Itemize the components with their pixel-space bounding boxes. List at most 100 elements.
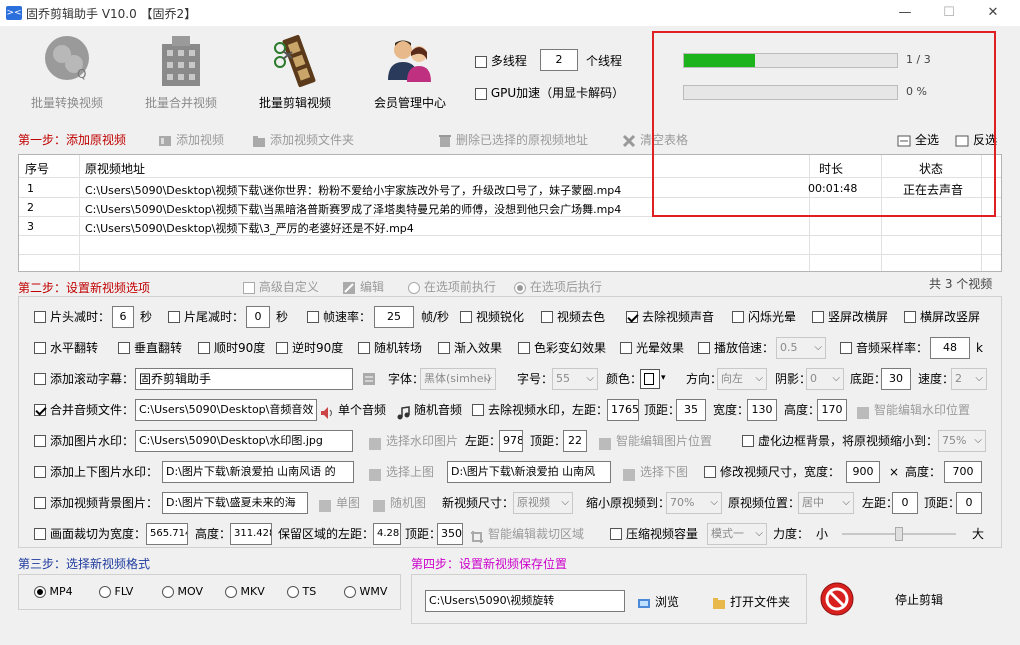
random-image-button[interactable]: 随机图: [372, 491, 426, 515]
smart-watermark-button[interactable]: 智能编辑水印位置: [856, 398, 970, 422]
gpu-checkbox[interactable]: [475, 87, 487, 100]
member-center-button[interactable]: 会员管理中心: [355, 34, 465, 111]
gpu-option[interactable]: GPU加速（用显卡解码）: [475, 82, 624, 104]
random-audio-button[interactable]: 随机音频: [396, 398, 462, 422]
before-exec-option[interactable]: 在选项前执行: [408, 278, 496, 295]
add-folder-button[interactable]: 添加视频文件夹: [252, 131, 354, 148]
blur-scale-select[interactable]: 75%: [938, 430, 986, 452]
bottom-image-path-input[interactable]: D:\图片下载\新浪爱拍 山南风: [447, 461, 611, 483]
watermark-left-input[interactable]: 1765: [607, 399, 639, 421]
edit-button[interactable]: 编辑: [342, 278, 384, 295]
new-size-select[interactable]: 原视频: [513, 492, 573, 514]
force-slider-thumb[interactable]: [895, 527, 903, 541]
single-image-button[interactable]: 单图: [318, 491, 360, 515]
resize-height-input[interactable]: 700: [944, 461, 982, 483]
mute-option[interactable]: 去除视频声音: [626, 305, 714, 329]
single-audio-button[interactable]: 单个音频: [320, 398, 386, 422]
audio-path-input[interactable]: C:\Users\5090\Desktop\音频音效: [135, 399, 317, 421]
scroll-subtitle-input[interactable]: 固乔剪辑助手: [135, 368, 353, 390]
format-mov-option[interactable]: MOV: [162, 585, 203, 598]
image-left-input[interactable]: 978: [499, 430, 523, 452]
fadein-option[interactable]: 渐入效果: [438, 336, 502, 360]
shadow-select[interactable]: 0: [806, 368, 844, 390]
format-mkv-option[interactable]: MKV: [225, 585, 265, 598]
flash-option[interactable]: 闪烁光晕: [732, 305, 796, 329]
color-dropdown-icon[interactable]: ▾: [661, 373, 666, 383]
merge-audio-option[interactable]: 合并音频文件：: [34, 398, 134, 422]
crop-height-input[interactable]: 311.428: [230, 523, 272, 545]
close-button[interactable]: ✕: [978, 2, 1008, 24]
direction-select[interactable]: 向左: [717, 368, 767, 390]
force-slider-track[interactable]: [842, 527, 956, 541]
position-select[interactable]: 居中: [798, 492, 854, 514]
thread-count-input[interactable]: 2: [540, 49, 578, 71]
bg-top-input[interactable]: 0: [956, 492, 982, 514]
ccw90-option[interactable]: 逆时90度: [276, 336, 343, 360]
compress-mode-select[interactable]: 模式一: [707, 523, 767, 545]
shrink-select[interactable]: 70%: [666, 492, 722, 514]
stop-icon[interactable]: [820, 582, 854, 616]
bg-left-input[interactable]: 0: [892, 492, 918, 514]
multithread-option[interactable]: 多线程: [475, 50, 527, 72]
blur-background-option[interactable]: 虚化边框背景，将原视频缩小到：: [742, 429, 938, 453]
speed-option[interactable]: 播放倍速：: [698, 336, 774, 360]
add-video-button[interactable]: 添加视频: [158, 131, 224, 148]
size-select[interactable]: 55: [552, 368, 598, 390]
top-bottom-image-option[interactable]: 添加上下图片水印：: [34, 460, 158, 484]
decolor-option[interactable]: 视频去色: [541, 305, 605, 329]
multithread-checkbox[interactable]: [475, 55, 487, 68]
sample-rate-input[interactable]: 48: [930, 337, 970, 359]
header-path[interactable]: 原视频地址: [85, 160, 145, 177]
background-image-path-input[interactable]: D:\图片下载\盛夏未来的海: [162, 492, 308, 514]
sample-rate-option[interactable]: 音频采样率：: [840, 336, 928, 360]
scroll-subtitle-option[interactable]: 添加滚动字幕：: [34, 367, 134, 391]
h2v-option[interactable]: 横屏改竖屏: [904, 305, 980, 329]
keep-left-input[interactable]: 4.28: [373, 523, 401, 545]
hflip-option[interactable]: 水平翻转: [34, 336, 98, 360]
watermark-top-input[interactable]: 35: [676, 399, 706, 421]
bottom-input[interactable]: 30: [881, 368, 911, 390]
random-transition-option[interactable]: 随机转场: [358, 336, 422, 360]
speed-select[interactable]: 0.5: [776, 337, 826, 359]
format-wmv-option[interactable]: WMV: [344, 585, 387, 598]
tail-cut-option[interactable]: 片尾减时：: [168, 305, 244, 329]
batch-merge-button[interactable]: 批量合并视频: [126, 34, 236, 111]
color-effect-option[interactable]: 色彩变幻效果: [518, 336, 606, 360]
choose-watermark-image-button[interactable]: 选择水印图片: [368, 429, 458, 453]
image-top-input[interactable]: 22: [563, 430, 587, 452]
image-watermark-path-input[interactable]: C:\Users\5090\Desktop\水印图.jpg: [135, 430, 353, 452]
resize-width-input[interactable]: 900: [846, 461, 880, 483]
batch-convert-button[interactable]: Q 批量转换视频: [12, 34, 122, 111]
subtitle-settings-icon[interactable]: [362, 372, 376, 389]
scroll-speed-select[interactable]: 2: [951, 368, 987, 390]
format-ts-option[interactable]: TS: [287, 585, 316, 598]
after-exec-radio[interactable]: [514, 281, 526, 294]
tail-cut-input[interactable]: 0: [246, 306, 270, 328]
background-image-option[interactable]: 添加视频背景图片：: [34, 491, 158, 515]
halo-option[interactable]: 光晕效果: [620, 336, 684, 360]
header-no[interactable]: 序号: [25, 160, 49, 177]
smart-crop-button[interactable]: 智能编辑裁切区域: [470, 522, 584, 546]
delete-selected-button[interactable]: 删除已选择的原视频地址: [438, 131, 588, 148]
save-path-input[interactable]: C:\Users\5090\视频旋转: [425, 590, 625, 612]
font-select[interactable]: 黑体(simhei): [420, 368, 496, 390]
vflip-option[interactable]: 垂直翻转: [118, 336, 182, 360]
crop-option[interactable]: 画面裁切为宽度：: [34, 522, 146, 546]
maximize-button[interactable]: ☐: [934, 2, 964, 24]
advanced-option[interactable]: 高级自定义: [243, 278, 319, 295]
compress-option[interactable]: 压缩视频容量: [610, 522, 698, 546]
browse-button[interactable]: 浏览: [637, 593, 679, 610]
top-image-path-input[interactable]: D:\图片下载\新浪爱拍 山南风语 的: [162, 461, 354, 483]
crop-width-input[interactable]: 565.714: [146, 523, 188, 545]
fps-option[interactable]: 帧速率：: [307, 305, 371, 329]
watermark-width-input[interactable]: 130: [747, 399, 777, 421]
resize-option[interactable]: 修改视频尺寸，宽度：: [704, 460, 840, 484]
batch-clip-button[interactable]: 批量剪辑视频: [240, 34, 350, 111]
minimize-button[interactable]: —: [890, 2, 920, 24]
fps-input[interactable]: 25: [374, 306, 414, 328]
color-picker[interactable]: [640, 369, 660, 389]
choose-bottom-image-button[interactable]: 选择下图: [622, 460, 688, 484]
v2h-option[interactable]: 竖屏改横屏: [812, 305, 888, 329]
image-watermark-option[interactable]: 添加图片水印：: [34, 429, 134, 453]
crop-top-input[interactable]: 350: [437, 523, 463, 545]
